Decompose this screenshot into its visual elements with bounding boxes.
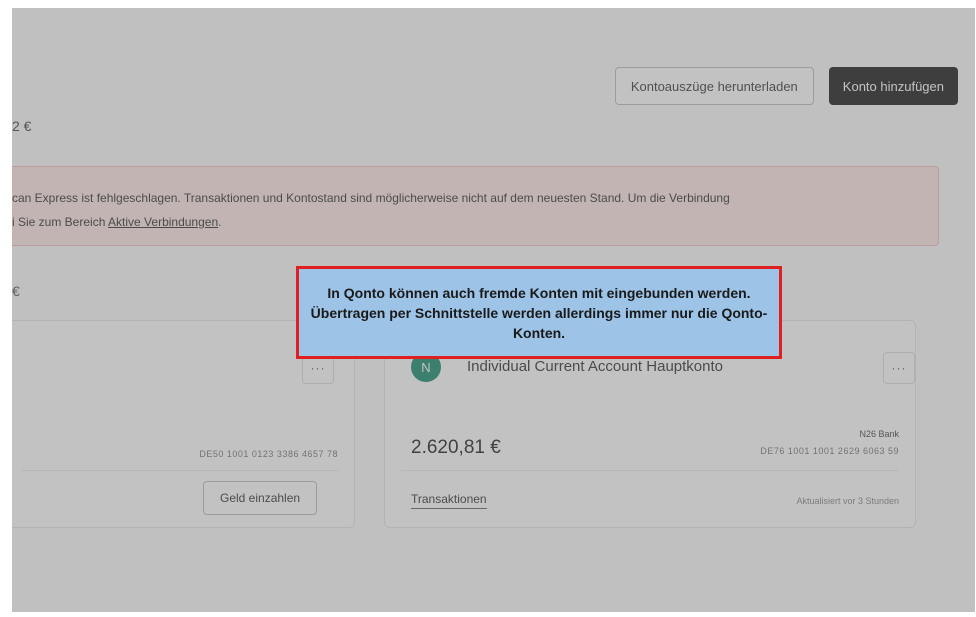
callout-text: In Qonto können auch fremde Konten mit e… (310, 284, 768, 341)
annotation-callout: In Qonto können auch fremde Konten mit e… (296, 266, 782, 359)
